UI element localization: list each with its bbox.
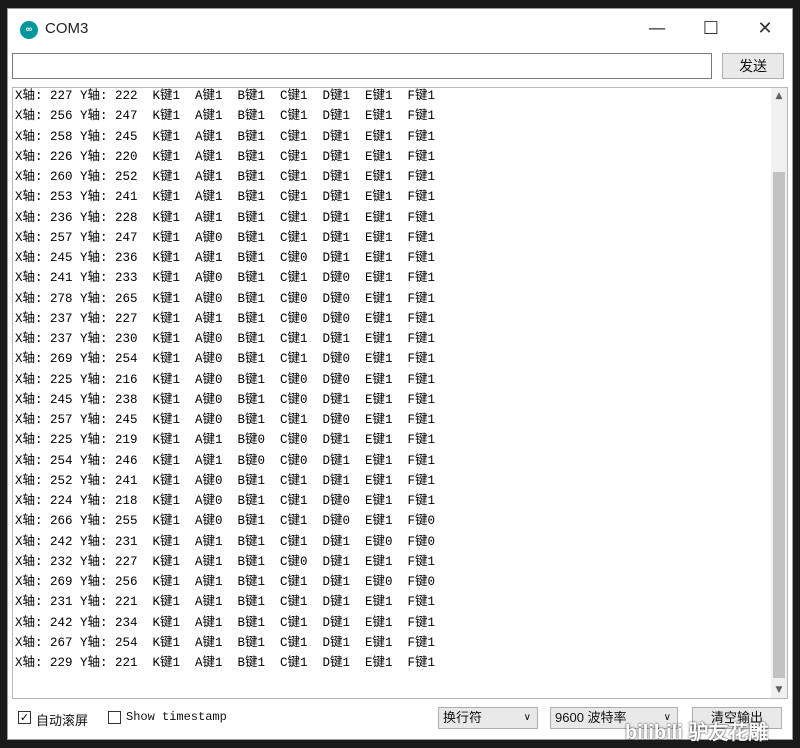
output-line: X轴: 232 Y轴: 227 K键1 A键1 B键1 C键0 D键1 E键1 … — [15, 554, 436, 569]
send-bar: 发送 — [12, 53, 788, 81]
output-line: X轴: 236 Y轴: 228 K键1 A键1 B键1 C键1 D键1 E键1 … — [15, 210, 436, 225]
output-line: X轴: 278 Y轴: 265 K键1 A键0 B键1 C键0 D键0 E键1 … — [15, 291, 436, 306]
output-line: X轴: 225 Y轴: 219 K键1 A键1 B键0 C键0 D键1 E键1 … — [15, 433, 436, 448]
output-line: X轴: 229 Y轴: 221 K键1 A键1 B键1 C键1 D键1 E键1 … — [15, 656, 436, 670]
line-ending-value: 换行符 — [443, 710, 483, 725]
output-line: X轴: 224 Y轴: 218 K键1 A键0 B键1 C键1 D键0 E键1 … — [15, 494, 436, 508]
output-line: X轴: 231 Y轴: 221 K键1 A键1 B键1 C键1 D键1 E键1 … — [15, 595, 436, 610]
output-line: X轴: 252 Y轴: 241 K键1 A键0 B键1 C键1 D键1 E键1 … — [15, 473, 436, 488]
output-line: X轴: 242 Y轴: 234 K键1 A键1 B键1 C键1 D键1 E键1 … — [15, 615, 436, 630]
send-input[interactable] — [12, 53, 712, 79]
line-ending-select[interactable]: 换行符 ∨ — [438, 707, 538, 729]
autoscroll-label: 自动滚屏 — [36, 713, 89, 728]
output-line: X轴: 257 Y轴: 245 K键1 A键0 B键1 C键1 D键0 E键1 … — [15, 413, 436, 427]
scroll-down-arrow-icon[interactable]: ▼ — [771, 682, 787, 698]
output-line: X轴: 237 Y轴: 227 K键1 A键1 B键1 C键0 D键0 E键1 … — [15, 311, 436, 326]
output-line: X轴: 227 Y轴: 222 K键1 A键1 B键1 C键1 D键1 E键1 … — [15, 89, 436, 103]
arduino-icon: ∞ — [20, 21, 38, 39]
chevron-down-icon: ∨ — [523, 712, 531, 723]
output-line: X轴: 269 Y轴: 254 K键1 A键0 B键1 C键1 D键0 E键1 … — [15, 352, 436, 367]
output-line: X轴: 245 Y轴: 236 K键1 A键1 B键1 C键0 D键1 E键1 … — [15, 251, 436, 265]
output-lines: X轴: 227 Y轴: 222 K键1 A键1 B键1 C键1 D键1 E键1 … — [13, 88, 773, 673]
timestamp-label: Show timestamp — [126, 710, 227, 724]
output-line: X轴: 257 Y轴: 247 K键1 A键0 B键1 C键1 D键1 E键1 … — [15, 230, 436, 245]
output-line: X轴: 269 Y轴: 256 K键1 A键1 B键1 C键1 D键1 E键0 … — [15, 575, 436, 589]
baud-rate-value: 9600 波特率 — [555, 710, 627, 725]
output-line: X轴: 266 Y轴: 255 K键1 A键0 B键1 C键1 D键0 E键1 … — [15, 514, 436, 529]
scroll-thumb[interactable] — [773, 172, 785, 678]
minimize-button[interactable]: — — [634, 9, 680, 49]
output-line: X轴: 260 Y轴: 252 K键1 A键1 B键1 C键1 D键1 E键1 … — [15, 170, 436, 184]
window-title: COM3 — [45, 20, 89, 37]
timestamp-checkbox[interactable] — [108, 711, 121, 724]
output-line: X轴: 226 Y轴: 220 K键1 A键1 B键1 C键1 D键1 E键1 … — [15, 149, 436, 164]
scroll-up-arrow-icon[interactable]: ▲ — [771, 88, 787, 104]
vertical-scrollbar[interactable]: ▲ ▼ — [771, 88, 787, 698]
output-line: X轴: 256 Y轴: 247 K键1 A键1 B键1 C键1 D键1 E键1 … — [15, 109, 436, 124]
output-line: X轴: 245 Y轴: 238 K键1 A键0 B键1 C键0 D键1 E键1 … — [15, 392, 436, 407]
output-line: X轴: 253 Y轴: 241 K键1 A键1 B键1 C键1 D键1 E键1 … — [15, 190, 436, 205]
output-line: X轴: 267 Y轴: 254 K键1 A键1 B键1 C键1 D键1 E键1 … — [15, 635, 436, 650]
watermark: bilibili 驴友花雕 — [625, 722, 769, 744]
maximize-button[interactable]: ☐ — [688, 9, 734, 49]
output-line: X轴: 242 Y轴: 231 K键1 A键1 B键1 C键1 D键1 E键0 … — [15, 534, 436, 549]
output-line: X轴: 241 Y轴: 233 K键1 A键0 B键1 C键1 D键0 E键1 … — [15, 271, 436, 286]
output-line: X轴: 254 Y轴: 246 K键1 A键1 B键0 C键0 D键1 E键1 … — [15, 453, 436, 468]
serial-output[interactable]: X轴: 227 Y轴: 222 K键1 A键1 B键1 C键1 D键1 E键1 … — [12, 87, 788, 699]
output-line: X轴: 225 Y轴: 216 K键1 A键0 B键1 C键0 D键0 E键1 … — [15, 372, 436, 387]
serial-monitor-window: ∞ COM3 — ☐ ✕ 发送 X轴: 227 Y轴: 222 K键1 A键1 … — [7, 8, 793, 740]
close-button[interactable]: ✕ — [742, 9, 788, 49]
title-bar: ∞ COM3 — ☐ ✕ — [8, 9, 792, 49]
output-line: X轴: 258 Y轴: 245 K键1 A键1 B键1 C键1 D键1 E键1 … — [15, 129, 436, 144]
output-line: X轴: 237 Y轴: 230 K键1 A键0 B键1 C键1 D键1 E键1 … — [15, 332, 436, 346]
send-button[interactable]: 发送 — [722, 53, 784, 79]
autoscroll-checkbox[interactable]: ✓ — [18, 711, 31, 724]
